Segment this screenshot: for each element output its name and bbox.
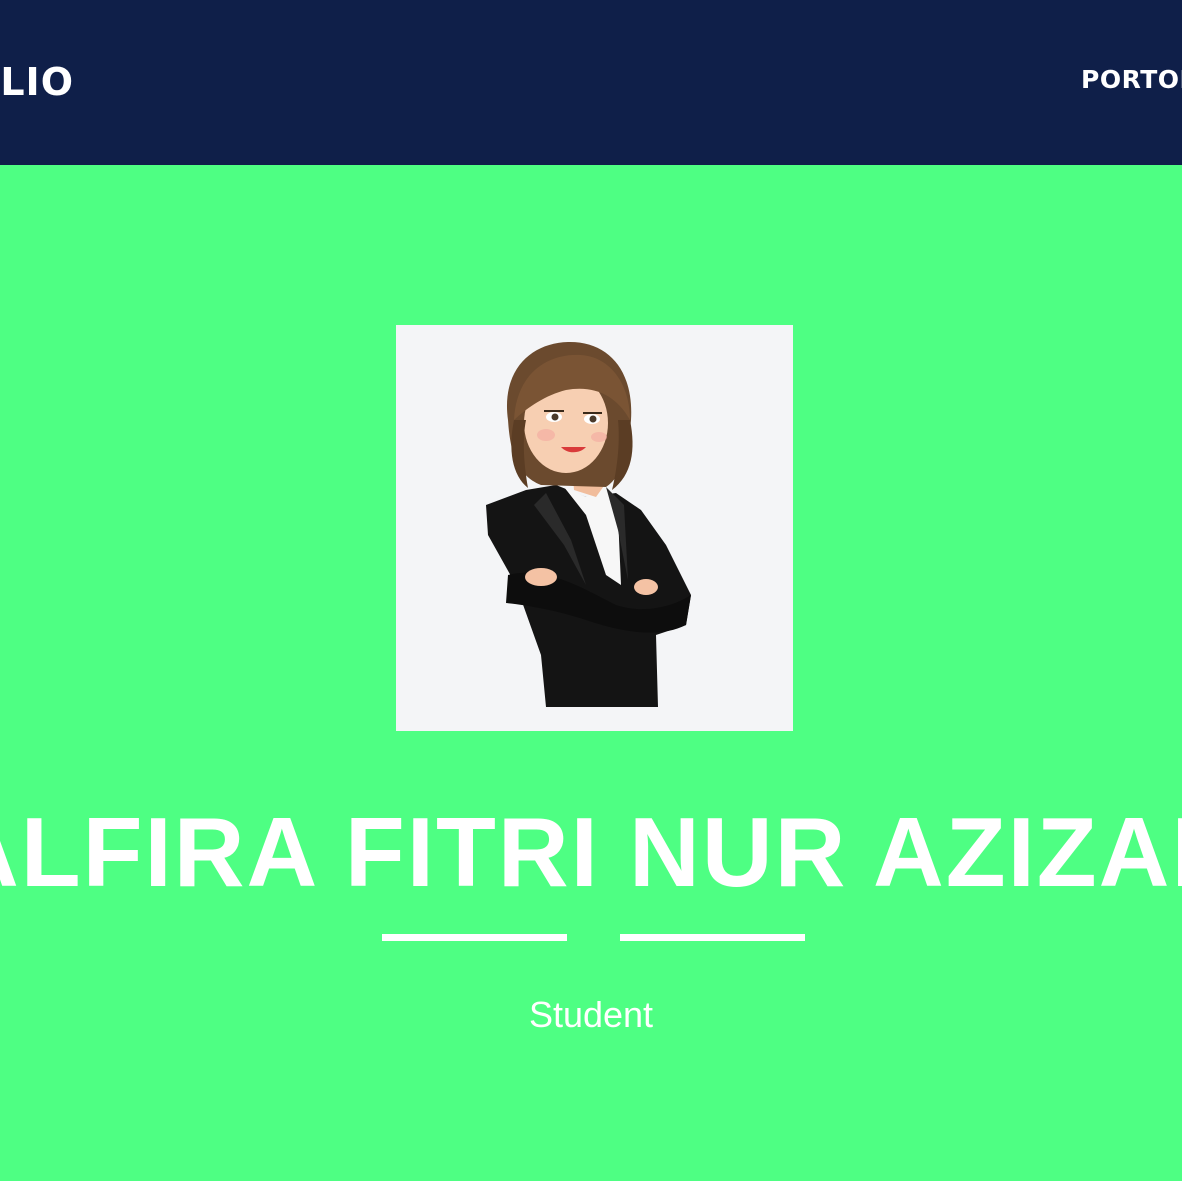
profile-name-heading: ALFIRA FITRI NUR AZIZAH [0, 792, 1182, 912]
divider-right [620, 934, 805, 941]
divider-left [382, 934, 567, 941]
profile-avatar-image [396, 325, 793, 731]
navbar: PORTFOLIO PORTOFOLIO [0, 0, 1182, 165]
page: PORTFOLIO PORTOFOLIO [0, 0, 1182, 1181]
nav-link-portfolio[interactable]: PORTOFOLIO [1081, 64, 1182, 96]
profile-role: Student [528, 994, 654, 1035]
profile-name: ALFIRA FITRI NUR AZIZAH [0, 797, 1182, 907]
brand-logo-link[interactable]: PORTFOLIO [0, 54, 120, 110]
brand-title: PORTFOLIO [0, 60, 74, 104]
businesswoman-avatar-icon [486, 341, 691, 707]
